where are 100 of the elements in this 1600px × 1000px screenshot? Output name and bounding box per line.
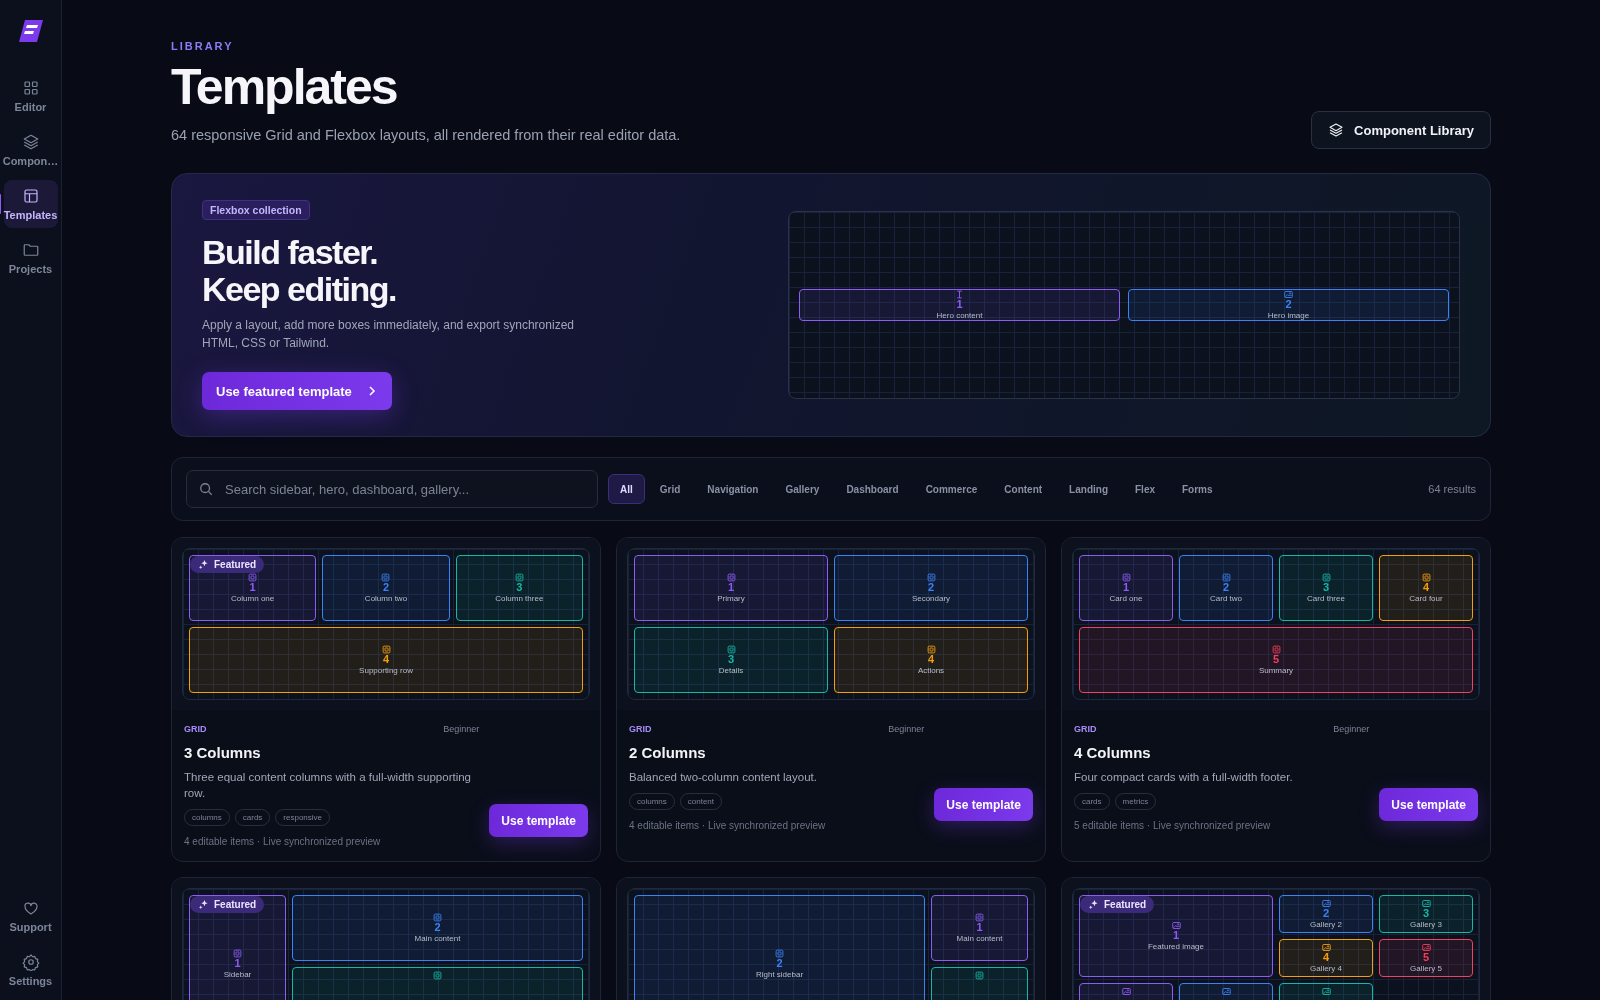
box-number: 4 bbox=[1322, 952, 1330, 964]
box-number: 2 bbox=[927, 582, 935, 594]
box-number: 1 bbox=[976, 922, 983, 934]
filter-chip[interactable]: Content bbox=[992, 474, 1055, 504]
box-label: Gallery 5 bbox=[1410, 963, 1442, 973]
layout-box[interactable]: Featured 1 Featured image bbox=[1079, 895, 1273, 978]
layout-box[interactable]: 1 Hero content bbox=[799, 289, 1120, 321]
template-title: 3 Columns bbox=[184, 744, 262, 761]
template-meta: 4 editable items · Live synchronized preview bbox=[184, 836, 382, 848]
filter-chip[interactable]: Gallery bbox=[773, 474, 832, 504]
box-number: 1 bbox=[1172, 930, 1180, 942]
collection-badge: Flexbox collection bbox=[202, 199, 310, 220]
category-label: GRID bbox=[1074, 724, 1097, 734]
layout-box[interactable]: 3 Card three bbox=[1279, 555, 1373, 621]
box-number: 2 bbox=[1322, 908, 1330, 920]
box-number: 4 bbox=[382, 654, 390, 666]
box-number: 1 bbox=[1122, 582, 1130, 594]
template-meta: 4 editable items · Live synchronized preview bbox=[629, 820, 827, 832]
sidebar-item[interactable]: Compon… bbox=[3, 126, 58, 174]
layout-box[interactable]: 2 Hero image bbox=[1128, 289, 1449, 321]
template-card[interactable]: Featured 1 Featured image 2 Gallery 2 3 Gallery 3 4 Gallery 4 5 Gallery 5 bbox=[1061, 877, 1491, 1000]
box-label: Column three bbox=[495, 593, 544, 603]
filter-chip[interactable]: Forms bbox=[1170, 474, 1225, 504]
filter-chip[interactable]: Landing bbox=[1057, 474, 1120, 504]
box-number: 1 bbox=[727, 582, 735, 594]
box-number: 2 bbox=[1222, 582, 1230, 594]
template-description: Four compact cards with a full-width footer. bbox=[1074, 770, 1294, 785]
box-number: 3 bbox=[516, 582, 523, 594]
layout-box[interactable]: 4 Card four bbox=[1379, 555, 1473, 621]
box-number: 3 bbox=[1422, 908, 1430, 920]
template-card[interactable]: 1 Primary 2 Secondary 3 Details 4 Actions GRID Beginner 2 Columns Balanced two-column content layout. columns content 4 editable items · Live synchronized preview Use template bbox=[616, 537, 1046, 863]
sidebar-item[interactable]: Editor bbox=[3, 72, 58, 120]
layout-box[interactable]: 5 Gallery 5 bbox=[1379, 939, 1473, 978]
box-number: 3 bbox=[727, 654, 735, 666]
layout-box[interactable]: 2 Secondary bbox=[834, 555, 1028, 621]
search-field[interactable]: Search sidebar, hero, dashboard, gallery... bbox=[186, 470, 598, 508]
template-card[interactable]: 1 Card one 2 Card two 3 Card three 4 Card four 5 Summary GRID Beginner 4 Columns Four compact cards with a full-width footer. cards metrics 5 editable items · Live synchronized preview Use template bbox=[1061, 537, 1491, 863]
template-description: Balanced two-column content layout. bbox=[629, 770, 818, 785]
layout-box[interactable]: 2 Main content bbox=[292, 895, 583, 962]
level-label: Beginner bbox=[1333, 724, 1370, 734]
component-library-button[interactable]: Component Library bbox=[1311, 111, 1491, 149]
layout-box[interactable]: 2 Column two bbox=[322, 555, 450, 621]
template-meta: 5 editable items · Live synchronized preview bbox=[1074, 820, 1272, 832]
sidebar-item[interactable]: Settings bbox=[3, 946, 58, 994]
layout-box[interactable]: 3 Gallery 3 bbox=[1379, 895, 1473, 934]
layout-box[interactable]: 3 Details bbox=[634, 627, 828, 693]
use-template-button[interactable]: Use template bbox=[489, 804, 588, 838]
filter-chip[interactable]: All bbox=[608, 474, 645, 504]
layout-box[interactable]: 1 Card one bbox=[1079, 555, 1173, 621]
use-template-button[interactable]: Use template bbox=[934, 788, 1033, 822]
hero-headline: Build faster. Keep editing. bbox=[202, 233, 397, 308]
layout-box[interactable]: 4 Actions bbox=[834, 627, 1028, 693]
page-title: Templates bbox=[171, 60, 398, 115]
layout-box[interactable]: 4 Gallery 4 bbox=[1279, 939, 1373, 978]
sidebar-item[interactable]: Projects bbox=[3, 234, 58, 282]
search-input[interactable]: Search sidebar, hero, dashboard, gallery... bbox=[223, 480, 585, 498]
box-label: Hero image bbox=[1267, 310, 1310, 320]
box-label: Gallery 3 bbox=[1410, 919, 1442, 929]
sidebar-item[interactable]: Support bbox=[3, 892, 58, 940]
layout-box[interactable]: 2 Card two bbox=[1179, 555, 1273, 621]
box-label: Right sidebar bbox=[755, 969, 804, 979]
box-number: 1 bbox=[956, 299, 963, 311]
filter-chip[interactable]: Flex bbox=[1123, 474, 1167, 504]
box-label: Gallery 4 bbox=[1310, 963, 1342, 973]
featured-template-button[interactable]: Use featured template bbox=[202, 372, 392, 411]
filter-chip[interactable]: Dashboard bbox=[834, 474, 911, 504]
page-subtitle: 64 responsive Grid and Flexbox layouts, all rendered from their real editor data. bbox=[171, 127, 681, 143]
result-count: 64 results bbox=[1428, 483, 1476, 495]
template-card[interactable]: Featured 1 Sidebar 2 Main content bbox=[171, 877, 601, 1000]
box-label: Details bbox=[718, 665, 744, 675]
filter-chip[interactable]: Commerce bbox=[913, 474, 990, 504]
layout-box[interactable]: 1 Main content bbox=[931, 895, 1028, 962]
box-label: Sidebar bbox=[223, 969, 252, 979]
box-label: Column one bbox=[231, 593, 275, 603]
layout-box[interactable]: 5 Summary bbox=[1079, 627, 1473, 693]
box-label: Gallery 2 bbox=[1310, 919, 1342, 929]
level-label: Beginner bbox=[443, 724, 480, 734]
layout-box[interactable]: 3 Column three bbox=[455, 555, 583, 621]
box-label: Hero content bbox=[936, 310, 983, 320]
box-label: Secondary bbox=[911, 593, 951, 603]
filter-chip[interactable]: Grid bbox=[647, 474, 693, 504]
template-card[interactable]: 1 Main content 2 Right sidebar bbox=[616, 877, 1046, 1000]
layout-box[interactable]: 1 Primary bbox=[634, 555, 828, 621]
box-label: Card three bbox=[1307, 593, 1345, 603]
layout-box[interactable]: 2 Gallery 2 bbox=[1279, 895, 1373, 934]
layout-box[interactable]: Featured 1 Sidebar bbox=[189, 895, 286, 1000]
box-number: 5 bbox=[1272, 654, 1280, 666]
layout-box[interactable]: 4 Supporting row bbox=[189, 627, 583, 693]
layout-box[interactable]: Featured 1 Column one bbox=[189, 555, 317, 621]
level-label: Beginner bbox=[888, 724, 925, 734]
box-number: 1 bbox=[249, 582, 256, 594]
box-label: Summary bbox=[1258, 665, 1294, 675]
box-number: 4 bbox=[1422, 582, 1430, 594]
filter-chip[interactable]: Navigation bbox=[695, 474, 771, 504]
use-template-button[interactable]: Use template bbox=[1379, 788, 1478, 822]
layout-box[interactable]: 2 Right sidebar bbox=[634, 895, 925, 1000]
template-description: Three equal content columns with a full-width supporting row. bbox=[184, 770, 473, 802]
box-label: Supporting row bbox=[359, 665, 413, 675]
box-number: 2 bbox=[382, 582, 390, 594]
featured-badge: Featured bbox=[1080, 896, 1155, 914]
